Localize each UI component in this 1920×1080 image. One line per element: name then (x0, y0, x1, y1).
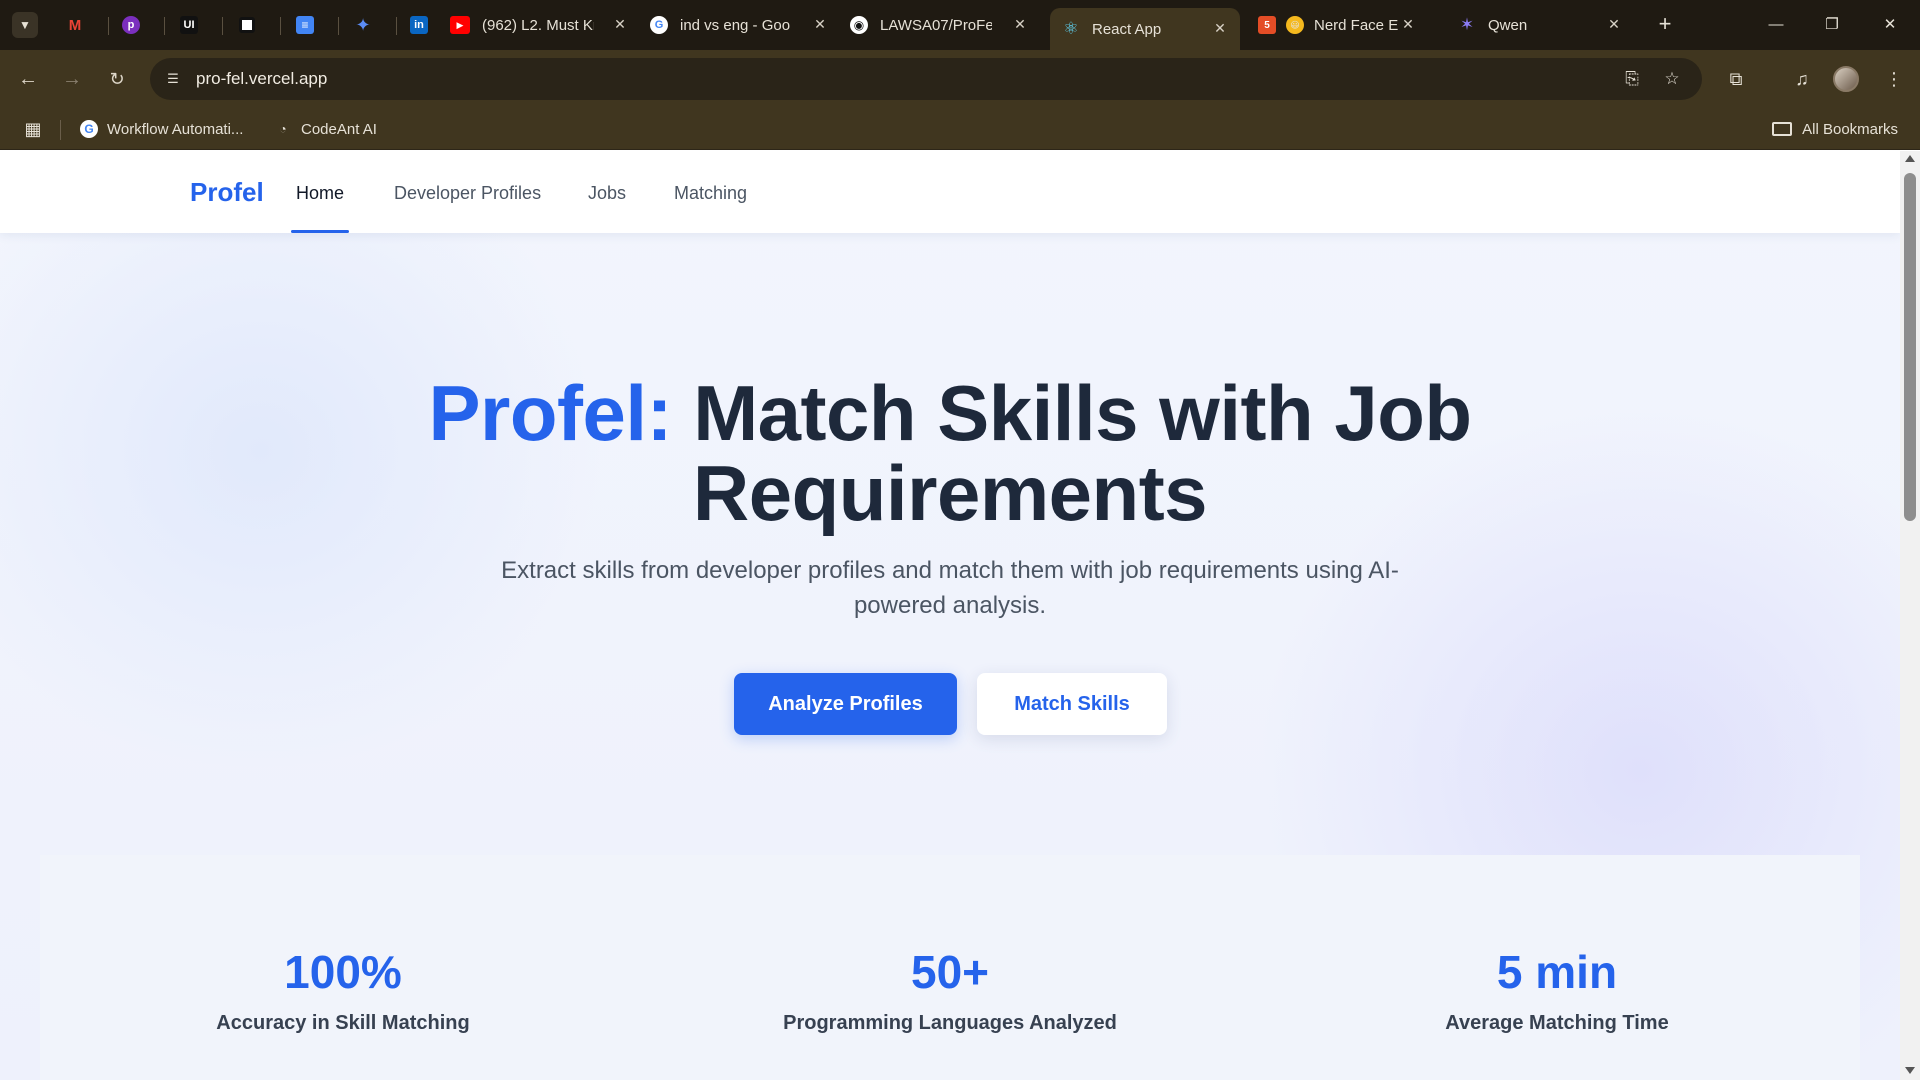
google-docs-icon: ≡ (296, 16, 314, 34)
brand-logo[interactable]: Profel (190, 177, 264, 208)
tab-title: (962) L2. Must Kn (482, 16, 594, 34)
ui-app-icon: UI (180, 16, 198, 34)
apps-grid-icon[interactable]: ▦ (22, 118, 44, 140)
tab-youtube[interactable]: ▶ (962) L2. Must Kn ✕ (450, 8, 640, 42)
stat-value: 5 min (1496, 946, 1618, 998)
tab-title: LAWSA07/ProFel (880, 16, 992, 34)
hero-title-rest: Match Skills with Job Requirements (692, 369, 1472, 537)
react-icon: ⚛ (1063, 19, 1079, 38)
browser-toolbar: ← → ↻ ☰ pro-fel.vercel.app ⎘ ☆ ⧉ ♫ ⋮ (0, 50, 1920, 108)
nav-home[interactable]: Home (296, 183, 344, 204)
match-skills-button[interactable]: Match Skills (977, 673, 1167, 735)
extensions-icon[interactable]: ⧉ (1722, 65, 1750, 93)
tab-title: Qwen (1488, 16, 1528, 34)
tab-title: Nerd Face Em (1314, 16, 1398, 34)
pinned-tab-gemini[interactable]: ✦ (340, 8, 386, 42)
stat-label: Average Matching Time (1445, 1012, 1669, 1034)
nerd-face-icon: 😃 (1286, 16, 1304, 34)
site-navbar: Profel Home Developer Profiles Jobs Matc… (0, 151, 1900, 233)
tab-react-app[interactable]: ⚛ React App ✕ (1050, 8, 1240, 50)
hero-title: Profel: Match Skills with Job Requiremen… (300, 373, 1600, 533)
tab-qwen[interactable]: ✶ Qwen ✕ (1458, 8, 1634, 42)
github-icon: ◉ (850, 16, 868, 34)
close-window-button[interactable]: ✕ (1870, 10, 1910, 40)
close-tab-icon[interactable]: ✕ (610, 14, 630, 34)
all-bookmarks[interactable]: All Bookmarks (1772, 118, 1898, 140)
hero-title-accent: Profel: (428, 369, 673, 457)
analyze-profiles-button[interactable]: Analyze Profiles (734, 673, 957, 735)
bookmark-label: CodeAnt AI (301, 120, 377, 138)
notion-icon (239, 17, 255, 33)
profile-avatar[interactable] (1833, 66, 1859, 92)
tab-search-button[interactable]: ▼ (12, 12, 38, 38)
bookmark-label: Workflow Automati... (107, 120, 244, 138)
new-tab-button[interactable]: + (1652, 12, 1678, 38)
back-button[interactable]: ← (14, 65, 42, 93)
google-icon: G (80, 120, 98, 138)
scroll-down-arrow-icon[interactable] (1905, 1067, 1915, 1074)
nav-matching[interactable]: Matching (674, 183, 747, 204)
youtube-icon: ▶ (450, 16, 470, 34)
close-tab-icon[interactable]: ✕ (1010, 14, 1030, 34)
gmail-icon: M (68, 16, 82, 34)
bookmark-codeant[interactable]: ◔ CodeAnt AI (274, 118, 377, 140)
gemini-icon: ✦ (355, 14, 371, 35)
stat-value: 50+ (910, 946, 990, 998)
bookmarks-bar: ▦ G Workflow Automati... ◔ CodeAnt AI Al… (0, 108, 1920, 150)
p-app-icon: p (122, 16, 140, 34)
tab-nerd-face[interactable]: 5 😃 Nerd Face Em ✕ (1258, 8, 1428, 42)
tab-github[interactable]: ◉ LAWSA07/ProFel ✕ (850, 8, 1040, 42)
pinned-tab-p[interactable]: p (108, 8, 154, 42)
tab-title: React App (1092, 20, 1162, 38)
close-tab-icon[interactable]: ✕ (810, 14, 830, 34)
menu-icon[interactable]: ⋮ (1880, 65, 1908, 93)
minimize-button[interactable]: — (1756, 10, 1796, 40)
install-app-icon[interactable]: ⎘ (1620, 67, 1644, 91)
stat-value: 100% (284, 946, 402, 998)
pinned-tab-gmail[interactable]: M (52, 8, 98, 42)
codeant-icon: ◔ (279, 122, 287, 136)
forward-button[interactable]: → (58, 65, 86, 93)
pinned-tab-ui[interactable]: UI (166, 8, 212, 42)
browser-tab-bar: ▼ M p UI ≡ ✦ in ▶ (962) L2. Must Kn ✕ G … (0, 0, 1920, 50)
google-icon: G (650, 16, 668, 34)
reload-button[interactable]: ↻ (103, 65, 131, 93)
close-tab-icon[interactable]: ✕ (1210, 18, 1230, 38)
restore-button[interactable]: ❐ (1812, 10, 1852, 40)
site-info-icon[interactable]: ☰ (160, 66, 186, 92)
media-controls-icon[interactable]: ♫ (1788, 65, 1816, 93)
bookmark-workflow[interactable]: G Workflow Automati... (80, 118, 243, 140)
bookmark-star-icon[interactable]: ☆ (1660, 67, 1684, 91)
nav-jobs[interactable]: Jobs (588, 183, 626, 204)
address-url[interactable]: pro-fel.vercel.app (196, 69, 327, 89)
pinned-tab-linkedin[interactable]: in (396, 8, 442, 42)
stat-label: Programming Languages Analyzed (783, 1012, 1117, 1034)
pinned-tab-docs[interactable]: ≡ (282, 8, 328, 42)
nav-developer-profiles[interactable]: Developer Profiles (394, 183, 541, 204)
scroll-up-arrow-icon[interactable] (1905, 155, 1915, 162)
pinned-tab-notion[interactable] (224, 8, 270, 42)
qwen-icon: ✶ (1459, 15, 1475, 34)
folder-icon (1772, 122, 1793, 136)
stats-section: 100% Accuracy in Skill Matching 50+ Prog… (40, 855, 1860, 1080)
tab-title: ind vs eng - Goo (680, 16, 791, 34)
close-tab-icon[interactable]: ✕ (1398, 14, 1418, 34)
hero-subtitle: Extract skills from developer profiles a… (501, 557, 1399, 619)
active-nav-indicator (291, 230, 349, 233)
all-bookmarks-label: All Bookmarks (1802, 120, 1898, 138)
address-bar[interactable]: ☰ pro-fel.vercel.app ⎘ ☆ (150, 58, 1702, 100)
linkedin-icon: in (410, 16, 428, 34)
scrollbar-thumb[interactable] (1904, 173, 1916, 521)
html5-icon: 5 (1258, 16, 1276, 34)
page-viewport: Profel Home Developer Profiles Jobs Matc… (0, 151, 1900, 1080)
stat-label: Accuracy in Skill Matching (216, 1012, 470, 1034)
close-tab-icon[interactable]: ✕ (1604, 14, 1624, 34)
tab-google-search[interactable]: G ind vs eng - Goo ✕ (650, 8, 840, 42)
page-scrollbar[interactable] (1900, 151, 1920, 1080)
